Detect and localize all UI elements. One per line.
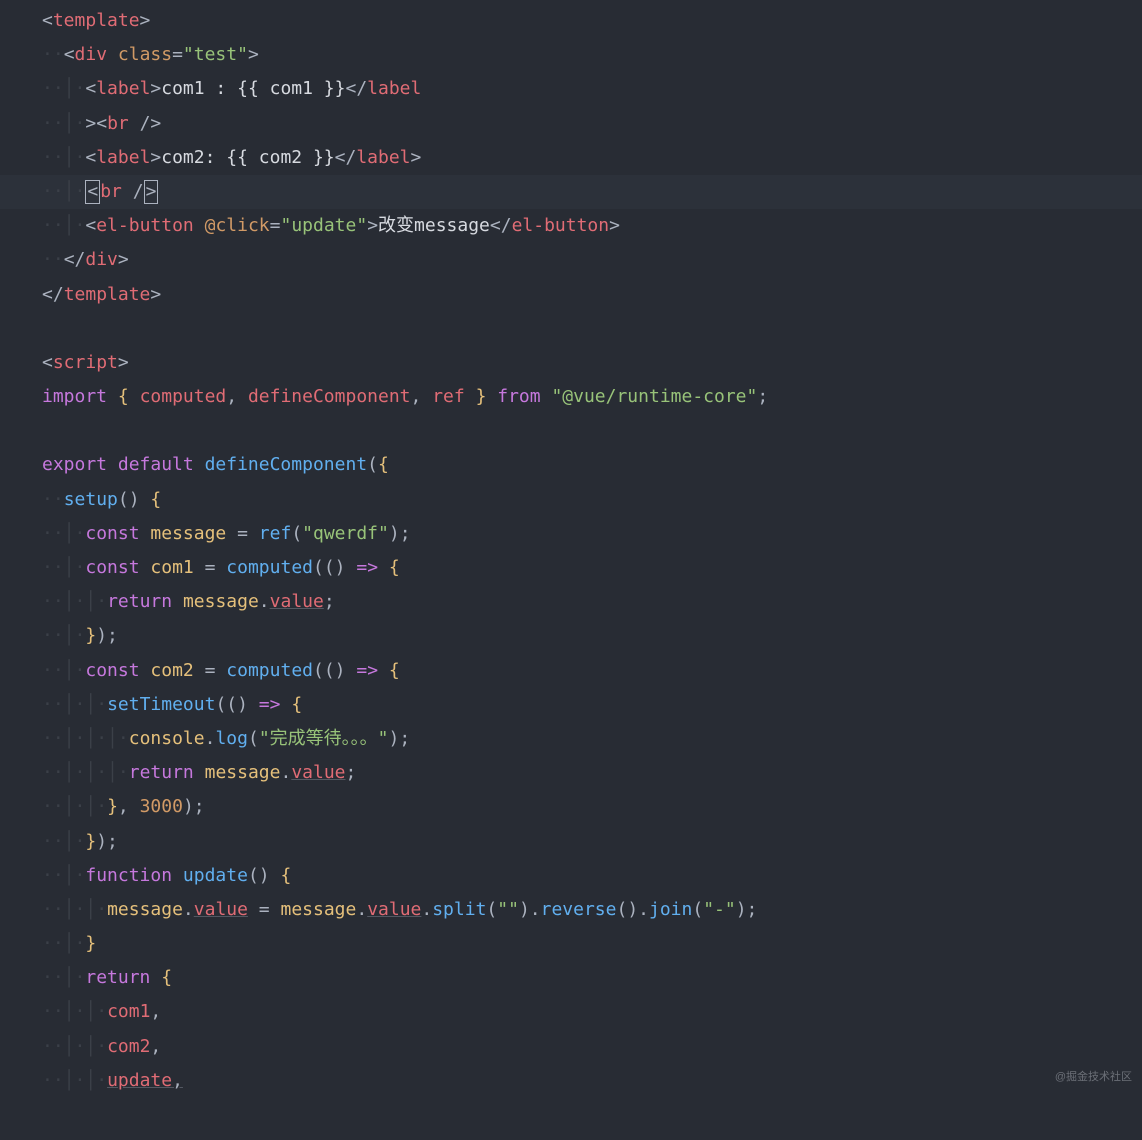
code-line [0, 312, 1142, 346]
code-line: ··│·return { [0, 961, 1142, 995]
code-line: ··│·><br /> [0, 107, 1142, 141]
code-line: ··│·│·message.value = message.value.spli… [0, 893, 1142, 927]
code-line: ··│·│·com2, [0, 1030, 1142, 1064]
code-line: ··setup() { [0, 483, 1142, 517]
code-line: </template> [0, 278, 1142, 312]
code-line: ··<div class="test"> [0, 38, 1142, 72]
code-line: ··│·│·update, [0, 1064, 1142, 1098]
code-line: ··│·function update() { [0, 859, 1142, 893]
code-line: ··│·│·│·console.log("完成等待。。。"); [0, 722, 1142, 756]
code-editor[interactable]: <template> ··<div class="test"> ··│·<lab… [0, 4, 1142, 1098]
code-line: ··│·<el-button @click="update">改变message… [0, 209, 1142, 243]
code-line: ··│·│·│·return message.value; [0, 756, 1142, 790]
code-line: ··│·│·}, 3000); [0, 790, 1142, 824]
code-line: export default defineComponent({ [0, 448, 1142, 482]
code-line: ··│·<label>com2: {{ com2 }}</label> [0, 141, 1142, 175]
code-line: ··│·}); [0, 619, 1142, 653]
cursor-start: < [85, 180, 100, 204]
watermark: @掘金技术社区 [1055, 1067, 1132, 1088]
cursor-end: > [144, 180, 159, 204]
code-line: ··</div> [0, 243, 1142, 277]
code-line: ··│·} [0, 927, 1142, 961]
code-line: ··│·│·com1, [0, 995, 1142, 1029]
code-line: import { computed, defineComponent, ref … [0, 380, 1142, 414]
code-line [0, 414, 1142, 448]
code-line: ··│·const com2 = computed(() => { [0, 654, 1142, 688]
code-line: ··│·│·return message.value; [0, 585, 1142, 619]
code-line: ··│·│·setTimeout(() => { [0, 688, 1142, 722]
code-line: <template> [0, 4, 1142, 38]
code-line: ··│·const message = ref("qwerdf"); [0, 517, 1142, 551]
code-line: <script> [0, 346, 1142, 380]
code-line: ··│·const com1 = computed(() => { [0, 551, 1142, 585]
code-line-active: ··│·<br /> [0, 175, 1142, 209]
code-line: ··│·}); [0, 825, 1142, 859]
code-line: ··│·<label>com1 : {{ com1 }}</label [0, 72, 1142, 106]
